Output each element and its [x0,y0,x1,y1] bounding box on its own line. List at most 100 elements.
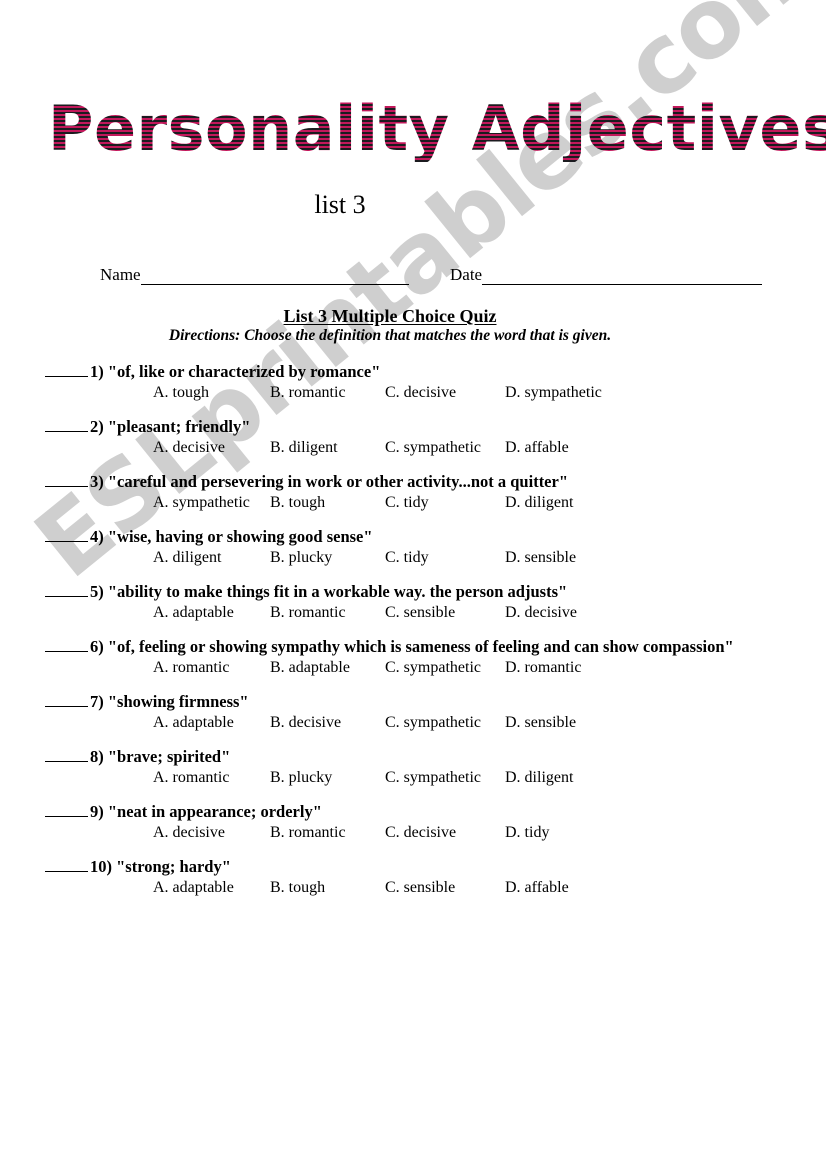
date-field-rule[interactable] [482,269,763,285]
question-line: 10) "strong; hardy" [45,857,231,877]
option-choice[interactable]: B. romantic [270,383,346,403]
question-prompt: "wise, having or showing good sense" [107,527,373,546]
option-choice[interactable]: A. diligent [153,548,221,568]
option-choice[interactable]: C. decisive [385,823,456,843]
question-block: 8) "brave; spirited" A. romantic B. plucky… [0,747,826,802]
name-field[interactable]: Name [100,265,409,285]
answer-blank[interactable] [45,692,88,707]
question-line: 3) "careful and persevering in work or o… [45,472,568,492]
answer-blank[interactable] [45,582,88,597]
option-choice[interactable]: B. diligent [270,438,338,458]
option-row: A. sympathetic B. tough C. tidy D. diligent [0,493,826,515]
question-block: 6) "of, feeling or showing sympathy whic… [0,637,826,692]
question-line: 1) "of, like or characterized by romance… [45,362,380,382]
option-choice[interactable]: A. sympathetic [153,493,250,513]
date-field[interactable]: Date [450,265,763,285]
title-container: Personality Adjectives [48,96,826,162]
answer-blank[interactable] [45,637,88,652]
question-number: 3) [90,472,104,491]
question-number: 10) [90,857,112,876]
question-line: 2) "pleasant; friendly" [45,417,250,437]
question-number: 8) [90,747,104,766]
option-choice[interactable]: C. sympathetic [385,713,481,733]
question-prompt: "strong; hardy" [116,857,231,876]
quiz-heading: List 3 Multiple Choice Quiz [0,305,780,327]
answer-blank[interactable] [45,417,88,432]
option-choice[interactable]: D. affable [505,878,569,898]
option-choice[interactable]: D. decisive [505,603,577,623]
name-field-label: Name [100,265,141,284]
question-block: 1) "of, like or characterized by romance… [0,362,826,417]
option-choice[interactable]: C. tidy [385,548,429,568]
questions-list: 1) "of, like or characterized by romance… [0,362,826,912]
option-choice[interactable]: B. plucky [270,548,332,568]
question-block: 7) "showing firmness" A. adaptable B. deci… [0,692,826,747]
option-row: A. diligent B. plucky C. tidy D. sensible [0,548,826,570]
question-prompt: "neat in appearance; orderly" [107,802,322,821]
question-prompt: "showing firmness" [107,692,249,711]
question-number: 2) [90,417,104,436]
option-choice[interactable]: B. tough [270,878,325,898]
answer-blank[interactable] [45,747,88,762]
question-line: 7) "showing firmness" [45,692,249,712]
answer-blank[interactable] [45,472,88,487]
option-choice[interactable]: D. sensible [505,548,576,568]
question-number: 9) [90,802,104,821]
option-choice[interactable]: A. adaptable [153,713,234,733]
option-row: A. adaptable B. romantic C. sensible D. dec… [0,603,826,625]
option-row: A. romantic B. adaptable C. sympathetic D. … [0,658,826,680]
option-row: A. adaptable B. tough C. sensible D. affabl… [0,878,826,900]
name-field-rule[interactable] [140,269,409,285]
option-choice[interactable]: D. romantic [505,658,581,678]
option-choice[interactable]: B. romantic [270,823,346,843]
option-choice[interactable]: C. sympathetic [385,768,481,788]
option-choice[interactable]: A. decisive [153,438,225,458]
question-block: 9) "neat in appearance; orderly" A. decis… [0,802,826,857]
answer-blank[interactable] [45,362,88,377]
option-choice[interactable]: B. romantic [270,603,346,623]
option-choice[interactable]: A. tough [153,383,209,403]
option-choice[interactable]: C. sympathetic [385,658,481,678]
option-choice[interactable]: C. sensible [385,603,455,623]
option-choice[interactable]: D. tidy [505,823,549,843]
option-choice[interactable]: C. decisive [385,383,456,403]
question-line: 9) "neat in appearance; orderly" [45,802,322,822]
question-number: 6) [90,637,104,656]
question-block: 5) "ability to make things fit in a work… [0,582,826,637]
question-prompt: "of, like or characterized by romance" [107,362,381,381]
question-block: 3) "careful and persevering in work or o… [0,472,826,527]
question-prompt: "pleasant; friendly" [107,417,251,436]
option-choice[interactable]: B. adaptable [270,658,350,678]
option-choice[interactable]: D. sensible [505,713,576,733]
page-title: Personality Adjectives [48,96,826,162]
option-row: A. adaptable B. decisive C. sympathetic D. … [0,713,826,735]
option-choice[interactable]: D. affable [505,438,569,458]
option-choice[interactable]: D. diligent [505,493,573,513]
question-number: 4) [90,527,104,546]
question-number: 5) [90,582,104,601]
option-choice[interactable]: A. romantic [153,768,229,788]
question-line: 5) "ability to make things fit in a work… [45,582,567,602]
page-subtitle: list 3 [314,190,366,219]
option-row: A. romantic B. plucky C. sympathetic D. dil… [0,768,826,790]
option-choice[interactable]: C. sympathetic [385,438,481,458]
answer-blank[interactable] [45,802,88,817]
option-choice[interactable]: D. sympathetic [505,383,602,403]
option-choice[interactable]: C. sensible [385,878,455,898]
option-choice[interactable]: D. diligent [505,768,573,788]
option-choice[interactable]: A. decisive [153,823,225,843]
question-line: 6) "of, feeling or showing sympathy whic… [45,637,734,657]
answer-blank[interactable] [45,857,88,872]
question-prompt: "ability to make things fit in a workabl… [107,582,568,601]
option-choice[interactable]: C. tidy [385,493,429,513]
option-choice[interactable]: B. decisive [270,713,341,733]
date-field-label: Date [450,265,483,284]
option-choice[interactable]: A. adaptable [153,603,234,623]
option-choice[interactable]: B. tough [270,493,325,513]
option-choice[interactable]: A. adaptable [153,878,234,898]
option-choice[interactable]: B. plucky [270,768,332,788]
name-date-row: Name Date [0,265,826,291]
answer-blank[interactable] [45,527,88,542]
option-choice[interactable]: A. romantic [153,658,229,678]
question-number: 7) [90,692,104,711]
